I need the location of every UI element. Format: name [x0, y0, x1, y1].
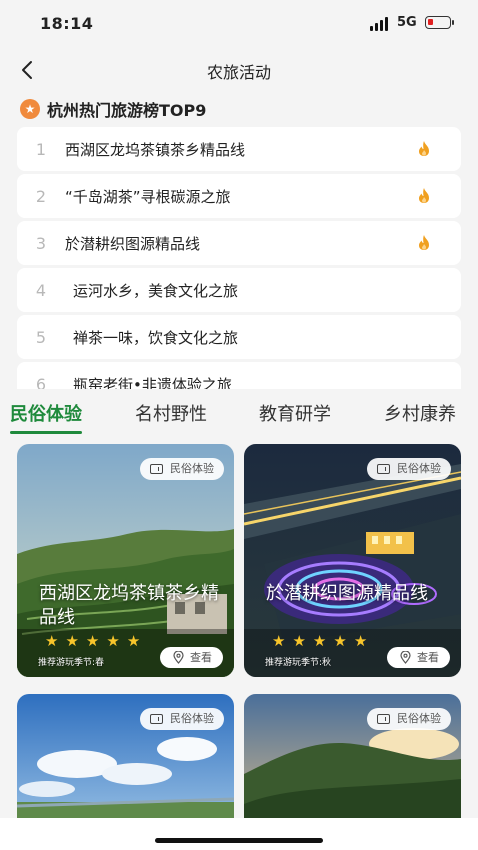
signal-icon — [370, 17, 390, 31]
star-icon: ★ — [106, 632, 120, 650]
location-pin-icon — [173, 651, 184, 664]
activity-card[interactable]: 民俗体验 西湖区龙坞茶镇茶乡精品线 ★ ★ ★ ★ ★ 推荐游玩季节:春 查看 — [17, 444, 234, 677]
ranking-list[interactable]: 1 西湖区龙坞茶镇茶乡精品线 2 “千岛湖茶”寻根碳源之旅 3 於潜耕织图源精品… — [17, 127, 461, 389]
battery-icon — [425, 16, 454, 29]
ranking-item[interactable]: 4 运河水乡，美食文化之旅 — [17, 268, 461, 312]
activity-card[interactable]: 民俗体验 於潜耕织图源精品线 ★ ★ ★ ★ ★ 推荐游玩季节:秋 查看 — [244, 444, 461, 677]
view-button[interactable]: 查看 — [160, 647, 223, 668]
ranking-item[interactable]: 3 於潜耕织图源精品线 — [17, 221, 461, 265]
fire-icon — [419, 235, 429, 250]
rank-number: 6 — [35, 374, 47, 390]
star-icon: ★ — [45, 632, 59, 650]
star-icon: ★ — [312, 632, 327, 650]
star-icon: ★ — [272, 632, 286, 650]
recommended-season: 推荐游玩季节:秋 — [265, 658, 332, 668]
rank-number: 3 — [35, 233, 47, 253]
category-tabs: 民俗体验 名村野性 教育研学 乡村康养 — [0, 398, 478, 436]
tab-famous-village[interactable]: 名村野性 — [135, 400, 207, 426]
ranking-item-name: 瓶窑老街•非遗体验之旅 — [73, 375, 232, 390]
rank-number: 2 — [35, 186, 47, 206]
ranking-item-name: 禅茶一味，饮食文化之旅 — [73, 328, 239, 347]
ranking-item-name: “千岛湖茶”寻根碳源之旅 — [65, 187, 231, 206]
recommended-season: 推荐游玩季节:春 — [38, 658, 105, 668]
page-title: 农旅活动 — [206, 63, 271, 82]
rank-number: 1 — [35, 139, 47, 159]
rank-number: 5 — [35, 327, 47, 347]
fire-icon — [419, 141, 429, 156]
star-icon: ★ — [126, 632, 141, 650]
nav-bar: 农旅活动 — [0, 48, 478, 92]
rank-number: 4 — [35, 280, 47, 300]
home-bar — [0, 818, 478, 850]
ranking-item[interactable]: 2 “千岛湖茶”寻根碳源之旅 — [17, 174, 461, 218]
location-pin-icon — [400, 651, 411, 664]
ranking-item[interactable]: 1 西湖区龙坞茶镇茶乡精品线 — [17, 127, 461, 171]
ranking-item-name: 於潜耕织图源精品线 — [65, 234, 201, 253]
star-icon: ★ — [292, 632, 306, 650]
ranking-header: ★ 杭州热门旅游榜TOP9 — [20, 98, 206, 120]
home-indicator[interactable] — [155, 838, 323, 843]
star-icon: ★ — [85, 632, 100, 650]
network-type: 5G — [397, 15, 417, 30]
status-bar: 18:14 5G — [0, 0, 478, 48]
star-icon: ★ — [65, 632, 79, 650]
star-rating: ★ ★ ★ ★ ★ — [272, 632, 374, 650]
category-tag-label: 民俗体验 — [170, 712, 214, 725]
tab-education-study[interactable]: 教育研学 — [259, 400, 331, 426]
category-tag-label: 民俗体验 — [170, 462, 214, 475]
ranking-item[interactable]: 5 禅茶一味，饮食文化之旅 — [17, 315, 461, 359]
category-tag: 民俗体验 — [367, 458, 451, 480]
ranking-item-name: 运河水乡，美食文化之旅 — [73, 281, 239, 300]
star-icon: ★ — [353, 632, 368, 650]
fire-icon — [419, 188, 429, 203]
card-title: 西湖区龙坞茶镇茶乡精品线 — [39, 583, 219, 628]
ranking-item[interactable]: 6 瓶窑老街•非遗体验之旅 — [17, 362, 461, 389]
ticket-icon — [150, 714, 163, 724]
ranking-item-name: 西湖区龙坞茶镇茶乡精品线 — [65, 140, 246, 159]
category-tag: 民俗体验 — [140, 458, 224, 480]
category-tag: 民俗体验 — [367, 708, 451, 730]
ticket-icon — [150, 464, 163, 474]
status-time: 18:14 — [40, 14, 94, 33]
ticket-icon — [377, 464, 390, 474]
card-title: 於潜耕织图源精品线 — [266, 583, 428, 604]
tab-folk-experience[interactable]: 民俗体验 — [10, 400, 82, 434]
star-rating: ★ ★ ★ ★ ★ — [45, 632, 147, 650]
star-icon: ★ — [333, 632, 347, 650]
star-badge-icon: ★ — [20, 99, 40, 119]
category-tag: 民俗体验 — [140, 708, 224, 730]
view-button-label: 查看 — [190, 651, 212, 664]
ranking-title: 杭州热门旅游榜TOP9 — [47, 101, 207, 120]
category-tag-label: 民俗体验 — [397, 462, 441, 475]
tab-rural-wellness[interactable]: 乡村康养 — [384, 400, 456, 426]
category-tag-label: 民俗体验 — [397, 712, 441, 725]
view-button-label: 查看 — [417, 651, 439, 664]
view-button[interactable]: 查看 — [387, 647, 450, 668]
ticket-icon — [377, 714, 390, 724]
